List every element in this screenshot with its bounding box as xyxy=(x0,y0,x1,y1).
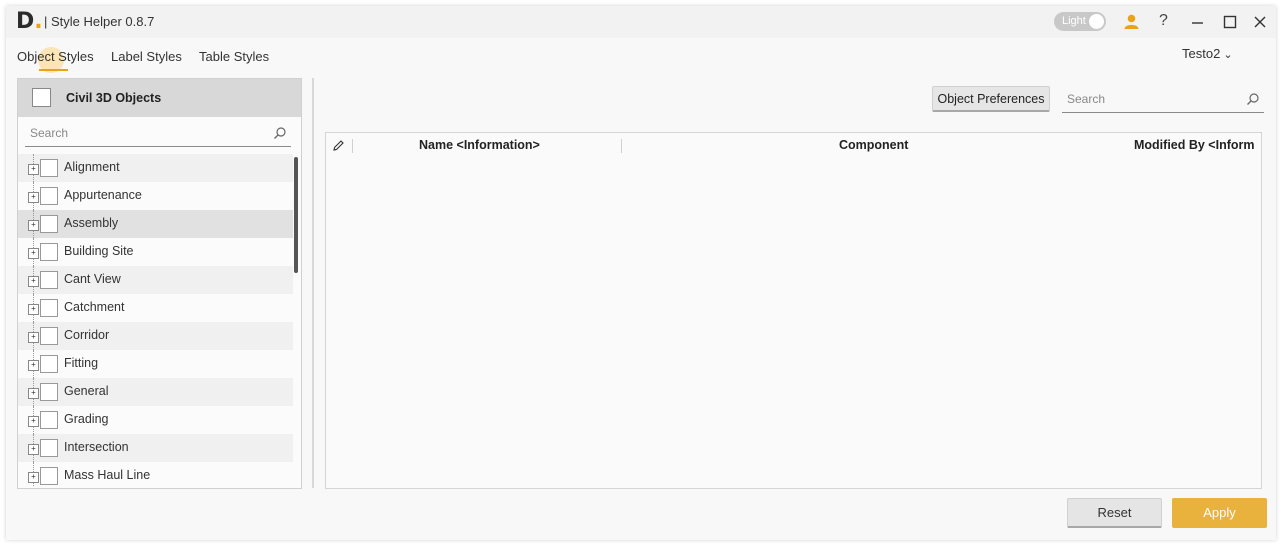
profile-dropdown[interactable]: Testo2 ⌄ xyxy=(1182,46,1233,61)
tree-item-checkbox[interactable] xyxy=(40,355,58,373)
expand-icon[interactable]: + xyxy=(28,192,39,203)
apply-button[interactable]: Apply xyxy=(1172,498,1267,528)
column-separator[interactable] xyxy=(352,139,353,153)
objects-panel: Civil 3D Objects Search + Alignment + Appu… xyxy=(17,78,302,489)
tree-item-checkbox[interactable] xyxy=(40,271,58,289)
grid-header: Name <Information> Component Modified By… xyxy=(326,133,1261,157)
tree-item-cant-view[interactable]: + Cant View xyxy=(18,266,293,294)
active-tab-indicator xyxy=(39,69,68,71)
column-header-modified-by[interactable]: Modified By <Inform xyxy=(1134,138,1257,152)
objects-search-input[interactable]: Search xyxy=(25,122,291,147)
tree-item-label: Mass Haul Line xyxy=(64,468,151,482)
select-all-checkbox[interactable] xyxy=(32,88,51,107)
tree-item-grading[interactable]: + Grading xyxy=(18,406,293,434)
tree-item-label: Fitting xyxy=(64,356,99,370)
tree-item-intersection[interactable]: + Intersection xyxy=(18,434,293,462)
tree-item-label: Appurtenance xyxy=(64,188,142,202)
tree-item-label: General xyxy=(64,384,109,398)
column-header-name[interactable]: Name <Information> xyxy=(419,138,540,152)
tree-item-checkbox[interactable] xyxy=(40,215,58,233)
tree-item-label: Assembly xyxy=(64,216,119,230)
tree-item-label: Grading xyxy=(64,412,109,426)
app-title: | Style Helper 0.8.7 xyxy=(44,14,155,29)
tree-item-checkbox[interactable] xyxy=(40,159,58,177)
expand-icon[interactable]: + xyxy=(28,220,39,231)
tree-item-label: Corridor xyxy=(64,328,110,342)
tree-item-assembly[interactable]: + Assembly xyxy=(18,210,293,238)
help-icon[interactable]: ? xyxy=(1159,12,1168,30)
object-tree: + Alignment + Appurtenance + Assembly + Buil… xyxy=(18,154,293,487)
app-window: D. | Style Helper 0.8.7 Light ? Object S… xyxy=(6,6,1276,540)
user-icon[interactable] xyxy=(1124,14,1139,34)
tree-item-checkbox[interactable] xyxy=(40,299,58,317)
tree-item-checkbox[interactable] xyxy=(40,383,58,401)
column-header-component[interactable]: Component xyxy=(839,138,908,152)
objects-search-placeholder: Search xyxy=(30,126,69,140)
tab-table-styles[interactable]: Table Styles xyxy=(199,49,269,64)
styles-search-input[interactable]: Search xyxy=(1062,87,1264,113)
expand-icon[interactable]: + xyxy=(28,304,39,315)
tree-item-checkbox[interactable] xyxy=(40,467,58,485)
tree-item-label: Cant View xyxy=(64,272,121,286)
expand-icon[interactable]: + xyxy=(28,164,39,175)
title-bar: D. | Style Helper 0.8.7 Light ? xyxy=(6,6,1276,38)
tree-item-general[interactable]: + General xyxy=(18,378,293,406)
tree-item-checkbox[interactable] xyxy=(40,327,58,345)
objects-panel-title: Civil 3D Objects xyxy=(66,91,162,105)
expand-icon[interactable]: + xyxy=(28,388,39,399)
toggle-knob xyxy=(1089,14,1104,29)
expand-icon[interactable]: + xyxy=(28,472,39,483)
expand-icon[interactable]: + xyxy=(28,248,39,259)
tree-item-corridor[interactable]: + Corridor xyxy=(18,322,293,350)
tree-item-appurtenance[interactable]: + Appurtenance xyxy=(18,182,293,210)
tree-item-checkbox[interactable] xyxy=(40,411,58,429)
tree-item-fitting[interactable]: + Fitting xyxy=(18,350,293,378)
tree-item-alignment[interactable]: + Alignment xyxy=(18,154,293,182)
tree-item-checkbox[interactable] xyxy=(40,243,58,261)
tree-item-building-site[interactable]: + Building Site xyxy=(18,238,293,266)
profile-label: Testo2 xyxy=(1182,46,1221,61)
object-preferences-button[interactable]: Object Preferences xyxy=(932,86,1050,112)
pencil-icon[interactable] xyxy=(332,139,345,157)
expand-icon[interactable]: + xyxy=(28,332,39,343)
expand-icon[interactable]: + xyxy=(28,444,39,455)
tree-item-checkbox[interactable] xyxy=(40,187,58,205)
tab-label-styles[interactable]: Label Styles xyxy=(111,49,182,64)
styles-search-placeholder: Search xyxy=(1067,92,1106,106)
expand-icon[interactable]: + xyxy=(28,360,39,371)
tree-item-catchment[interactable]: + Catchment xyxy=(18,294,293,322)
tree-item-mass-haul-line[interactable]: + Mass Haul Line xyxy=(18,462,293,487)
column-separator[interactable] xyxy=(621,139,622,153)
tree-item-label: Building Site xyxy=(64,244,134,258)
tab-object-styles[interactable]: Object Styles xyxy=(17,49,94,64)
panel-divider[interactable] xyxy=(312,78,314,488)
expand-icon[interactable]: + xyxy=(28,276,39,287)
maximize-icon[interactable] xyxy=(1222,14,1238,30)
search-icon xyxy=(273,126,287,145)
tree-item-label: Catchment xyxy=(64,300,125,314)
chevron-down-icon: ⌄ xyxy=(1223,49,1233,61)
objects-panel-header: Civil 3D Objects xyxy=(18,79,301,117)
expand-icon[interactable]: + xyxy=(28,416,39,427)
search-icon xyxy=(1246,92,1260,111)
theme-toggle[interactable]: Light xyxy=(1054,12,1106,31)
app-logo: D. xyxy=(16,9,43,34)
tree-item-label: Intersection xyxy=(64,440,129,454)
tree-item-label: Alignment xyxy=(64,160,120,174)
theme-toggle-label: Light xyxy=(1062,15,1086,27)
styles-grid: Name <Information> Component Modified By… xyxy=(325,132,1262,489)
minimize-icon[interactable] xyxy=(1190,14,1206,30)
tree-item-checkbox[interactable] xyxy=(40,439,58,457)
tree-scrollbar[interactable] xyxy=(294,157,298,273)
reset-button[interactable]: Reset xyxy=(1067,498,1162,528)
close-icon[interactable] xyxy=(1252,14,1268,30)
